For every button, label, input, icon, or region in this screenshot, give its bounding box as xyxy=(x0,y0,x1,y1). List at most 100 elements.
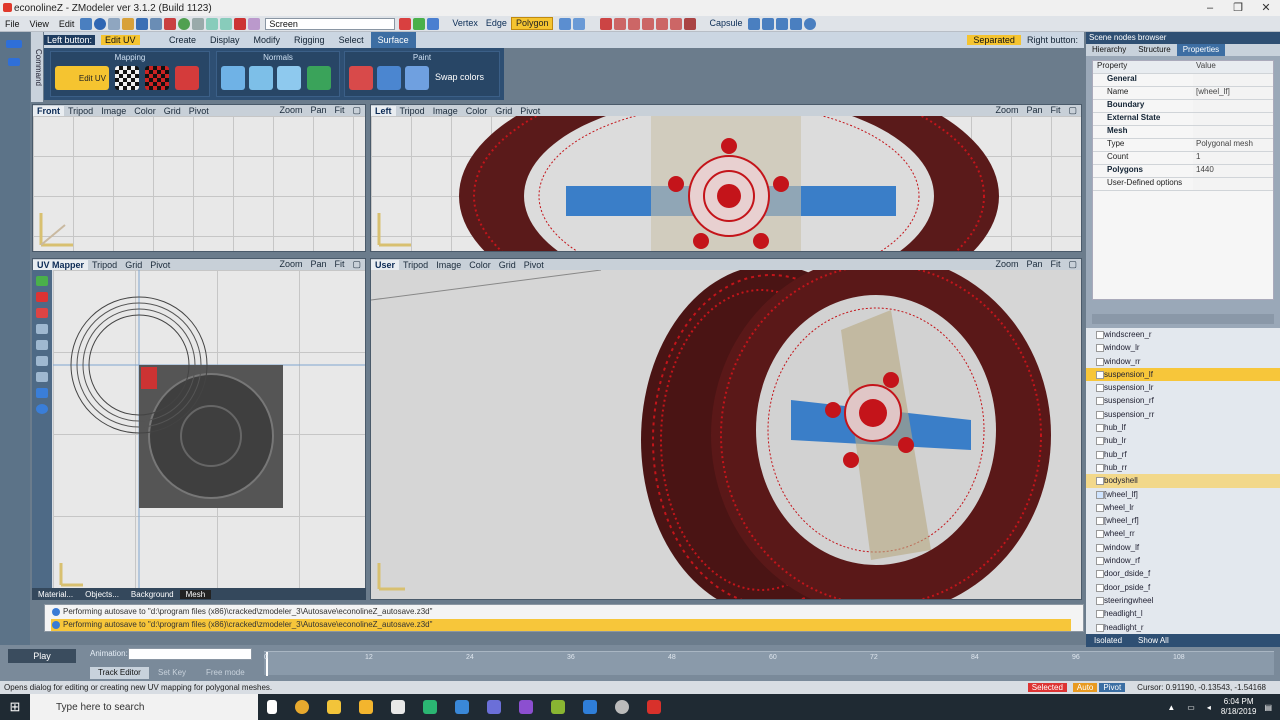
vp-pivot[interactable]: Pivot xyxy=(146,260,174,270)
network-icon[interactable]: ▭ xyxy=(1187,703,1195,712)
selection-tool-7-icon[interactable] xyxy=(684,17,697,30)
set-key-button[interactable]: Set Key xyxy=(158,667,186,679)
volume-icon[interactable]: ◂ xyxy=(1207,703,1211,712)
vp-fit[interactable]: Fit xyxy=(330,259,348,270)
property-row[interactable]: User-Defined options xyxy=(1093,178,1273,191)
vp-pivot[interactable]: Pivot xyxy=(516,106,544,116)
scene-node-item[interactable]: window_rf xyxy=(1086,554,1280,567)
scene-node-item[interactable]: windscreen_r xyxy=(1086,328,1280,341)
vp-pan[interactable]: Pan xyxy=(306,105,330,116)
vp-pivot[interactable]: Pivot xyxy=(185,106,213,116)
track-editor-button[interactable]: Track Editor xyxy=(90,667,149,679)
viewport-name[interactable]: Left xyxy=(371,105,396,116)
selection-tool-6-icon[interactable] xyxy=(670,17,683,30)
dock-arrow-icon[interactable] xyxy=(8,58,20,66)
red-checker-icon[interactable] xyxy=(145,66,169,90)
y-axis-icon[interactable] xyxy=(413,17,426,30)
vp-pan[interactable]: Pan xyxy=(306,259,330,270)
paint-fill-icon[interactable] xyxy=(377,66,401,90)
view-tool-2-icon[interactable] xyxy=(761,17,774,30)
selection-tool-2-icon[interactable] xyxy=(614,17,627,30)
scene-node-item[interactable]: hub_rf xyxy=(1086,448,1280,461)
property-row[interactable]: Name [wheel_lf] xyxy=(1093,87,1273,100)
clipboard-icon[interactable] xyxy=(248,17,261,30)
vp-pan[interactable]: Pan xyxy=(1022,259,1046,270)
pivot-indicator[interactable]: Pivot xyxy=(1099,683,1126,692)
vp-image[interactable]: Image xyxy=(97,106,130,116)
normals-1-icon[interactable] xyxy=(221,66,245,90)
help-icon[interactable] xyxy=(94,17,107,30)
show-all-button[interactable]: Show All xyxy=(1130,636,1177,645)
snap-icon[interactable] xyxy=(192,17,205,30)
vp-color[interactable]: Color xyxy=(462,106,492,116)
vp-color[interactable]: Color xyxy=(130,106,160,116)
uv-tool-1-icon[interactable] xyxy=(36,276,48,286)
uv-tool-3-icon[interactable] xyxy=(36,308,48,318)
menu-edit[interactable]: Edit xyxy=(54,19,80,29)
mesh-tab[interactable]: Mesh xyxy=(179,589,212,599)
steam-icon[interactable] xyxy=(455,700,469,714)
file-explorer-icon[interactable] xyxy=(327,700,341,714)
viewport-name[interactable]: UV Mapper xyxy=(33,259,89,270)
maximize-viewport-icon[interactable]: ▢ xyxy=(348,259,365,270)
undo-arrow-icon[interactable] xyxy=(6,40,22,48)
polygon-mode-button[interactable]: Polygon xyxy=(510,17,554,30)
z-axis-icon[interactable] xyxy=(427,17,440,30)
scene-node-item[interactable]: window_lr xyxy=(1086,341,1280,354)
uv-tool-6-icon[interactable] xyxy=(36,356,48,366)
property-row[interactable]: Type Polygonal mesh xyxy=(1093,139,1273,152)
vp-grid[interactable]: Grid xyxy=(495,260,520,270)
play-button[interactable]: Play xyxy=(8,649,76,663)
vp-zoom[interactable]: Zoom xyxy=(991,259,1022,270)
render-icon[interactable] xyxy=(178,17,191,30)
tab-structure[interactable]: Structure xyxy=(1132,44,1176,56)
scene-node-item[interactable]: bodyshell xyxy=(1086,474,1280,488)
new-file-icon[interactable] xyxy=(108,17,121,30)
scene-node-item[interactable]: hub_lf xyxy=(1086,421,1280,434)
command-tab[interactable]: Command xyxy=(31,32,43,102)
vp-fit[interactable]: Fit xyxy=(1046,259,1064,270)
scene-node-item[interactable]: wheel_rr xyxy=(1086,527,1280,540)
notifications-icon[interactable]: ▤ xyxy=(1264,703,1272,712)
edge-mode-button[interactable]: Edge xyxy=(482,17,511,30)
background-tab[interactable]: Background xyxy=(125,590,180,599)
view-tool-5-icon[interactable] xyxy=(803,17,816,30)
vp-grid[interactable]: Grid xyxy=(160,106,185,116)
vp-zoom[interactable]: Zoom xyxy=(991,105,1022,116)
vp-pan[interactable]: Pan xyxy=(1022,105,1046,116)
minimize-icon[interactable]: – xyxy=(1196,0,1224,16)
view-tool-3-icon[interactable] xyxy=(775,17,788,30)
maximize-viewport-icon[interactable]: ▢ xyxy=(1064,105,1081,116)
vp-tripod[interactable]: Tripod xyxy=(396,106,429,116)
edit-uv-button[interactable]: Edit UV xyxy=(55,66,109,90)
left-button-value[interactable]: Edit UV xyxy=(101,35,140,45)
app-lime-icon[interactable] xyxy=(551,700,565,714)
tab-properties[interactable]: Properties xyxy=(1176,44,1226,56)
close-icon[interactable]: ✕ xyxy=(1252,0,1280,16)
vp-fit[interactable]: Fit xyxy=(1046,105,1064,116)
timeline-track[interactable]: 0 12 24 36 48 60 72 84 96 108 xyxy=(264,651,1274,676)
scene-node-item[interactable]: window_rr xyxy=(1086,355,1280,368)
scene-node-item[interactable]: suspension_lf xyxy=(1086,367,1280,382)
grid-icon[interactable] xyxy=(80,17,93,30)
vp-fit[interactable]: Fit xyxy=(330,105,348,116)
open-file-icon[interactable] xyxy=(122,17,135,30)
vp-grid[interactable]: Grid xyxy=(491,106,516,116)
select-all-icon[interactable] xyxy=(573,17,586,30)
viewport-name[interactable]: Front xyxy=(33,105,64,116)
normals-2-icon[interactable] xyxy=(249,66,273,90)
selection-filter-icon[interactable] xyxy=(559,17,572,30)
maximize-viewport-icon[interactable]: ▢ xyxy=(1064,259,1081,270)
scene-node-item[interactable]: hub_rr xyxy=(1086,461,1280,474)
scene-node-item[interactable]: hub_lr xyxy=(1086,434,1280,447)
vp-image[interactable]: Image xyxy=(432,260,465,270)
left-viewport[interactable]: Left Tripod Image Color Grid Pivot Zoom … xyxy=(370,104,1082,252)
scene-node-item[interactable]: steeringwheel xyxy=(1086,594,1280,607)
viewport-name[interactable]: User xyxy=(371,259,400,270)
view-tool-1-icon[interactable] xyxy=(747,17,760,30)
tab-rigging[interactable]: Rigging xyxy=(287,32,332,48)
app-blue-icon[interactable] xyxy=(583,700,597,714)
uv-fix-icon[interactable] xyxy=(175,66,199,90)
scene-node-item[interactable]: suspension_rr xyxy=(1086,408,1280,421)
delete-icon[interactable] xyxy=(234,17,247,30)
